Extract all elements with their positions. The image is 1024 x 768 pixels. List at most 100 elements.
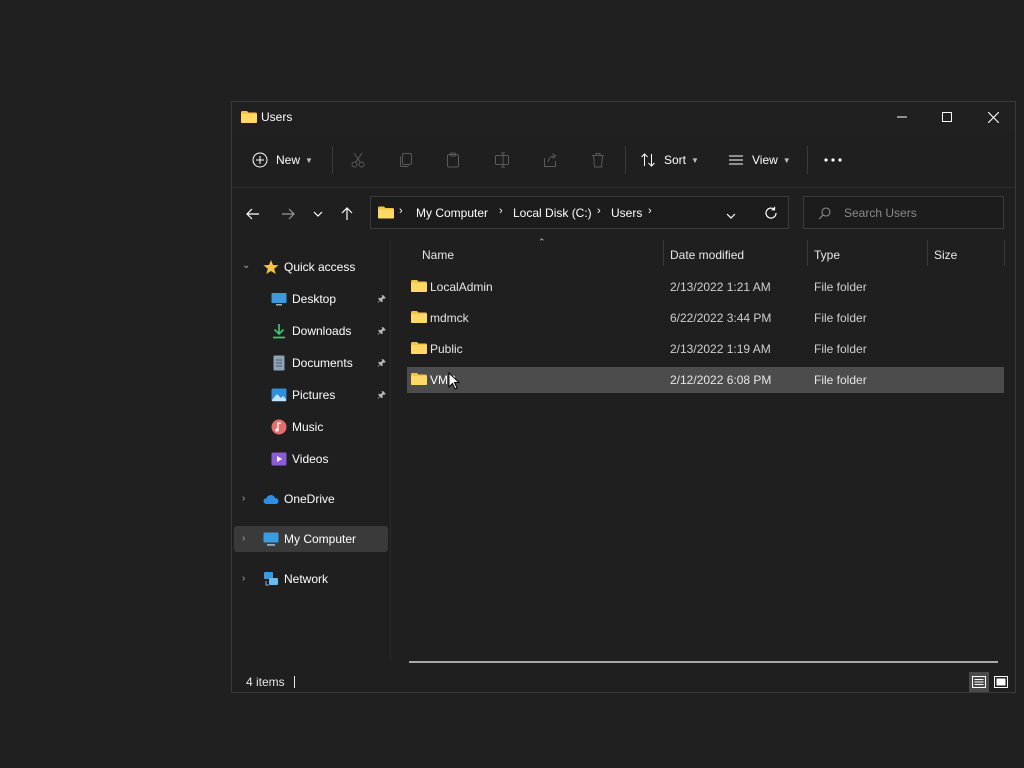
file-date: 2/12/2022 6:08 PM xyxy=(670,373,772,387)
pin-icon: 🖈 xyxy=(376,326,386,337)
table-row[interactable]: mdmck 6/22/2022 3:44 PM File folder xyxy=(407,305,1004,331)
sidebar-item-desktop[interactable]: Desktop 🖈 xyxy=(234,286,388,312)
desktop-icon xyxy=(271,293,287,306)
table-row-selected[interactable]: VMS 2/12/2022 6:08 PM File folder xyxy=(407,367,1004,393)
clipboard-icon xyxy=(447,152,459,168)
cloud-icon xyxy=(263,495,279,504)
recent-locations-button[interactable] xyxy=(306,202,330,226)
forward-button[interactable] xyxy=(276,202,300,226)
pane-divider xyxy=(390,240,391,660)
video-icon xyxy=(271,452,287,466)
column-header-size[interactable]: Size xyxy=(934,248,957,262)
star-icon xyxy=(263,260,279,274)
column-separator[interactable] xyxy=(1004,240,1005,266)
sidebar-item-documents[interactable]: Documents 🖈 xyxy=(234,350,388,376)
column-header-name[interactable]: Name xyxy=(422,248,454,262)
more-icon xyxy=(824,158,842,162)
file-type: File folder xyxy=(814,280,867,294)
rename-button[interactable] xyxy=(494,140,510,180)
sidebar-label-videos: Videos xyxy=(292,452,329,466)
search-icon xyxy=(818,207,831,220)
address-bar[interactable]: › My Computer › Local Disk (C:) › Users … xyxy=(370,196,789,229)
folder-icon xyxy=(411,280,427,292)
sidebar-item-quick-access[interactable]: ⌄ Quick access xyxy=(234,254,388,280)
cut-button[interactable] xyxy=(350,140,366,180)
new-button[interactable]: New ▼ xyxy=(252,140,313,180)
sort-label: Sort xyxy=(664,153,687,167)
sidebar-label-network: Network xyxy=(284,572,329,586)
chevron-right-icon: › xyxy=(242,533,246,544)
sidebar-item-my-computer[interactable]: › My Computer xyxy=(234,526,388,552)
maximize-button[interactable] xyxy=(924,102,970,132)
address-history-button[interactable] xyxy=(726,208,736,222)
chevron-right-icon: › xyxy=(242,573,246,584)
navigation-bar: › My Computer › Local Disk (C:) › Users … xyxy=(232,196,1015,232)
close-button[interactable] xyxy=(970,102,1016,132)
sidebar-label-onedrive: OneDrive xyxy=(284,492,335,506)
share-icon xyxy=(544,153,557,167)
search-box[interactable]: Search Users xyxy=(803,196,1004,229)
sidebar-item-pictures[interactable]: Pictures 🖈 xyxy=(234,382,388,408)
sidebar-item-downloads[interactable]: Downloads 🖈 xyxy=(234,318,388,344)
maximize-icon xyxy=(942,112,952,122)
arrow-left-icon xyxy=(246,208,259,220)
breadcrumb-local-disk[interactable]: Local Disk (C:) xyxy=(513,206,592,220)
toolbar-separator xyxy=(332,146,333,174)
details-view-button[interactable] xyxy=(969,672,989,692)
breadcrumb-users[interactable]: Users xyxy=(611,206,642,220)
paste-button[interactable] xyxy=(445,140,461,180)
title-bar: Users xyxy=(232,102,1015,132)
file-type: File folder xyxy=(814,342,867,356)
sidebar-item-network[interactable]: › Network xyxy=(234,566,388,592)
sidebar-item-onedrive[interactable]: › OneDrive xyxy=(234,486,388,512)
file-date: 2/13/2022 1:21 AM xyxy=(670,280,771,294)
chevron-down-icon: ⌄ xyxy=(242,260,251,271)
file-type: File folder xyxy=(814,311,867,325)
navigation-pane: ⌄ Quick access Desktop 🖈 Downloads 🖈 Doc… xyxy=(232,240,390,660)
minimize-button[interactable] xyxy=(879,102,925,132)
item-count: 4 items xyxy=(246,675,285,689)
music-icon xyxy=(271,419,287,435)
arrow-up-icon xyxy=(341,207,353,220)
toolbar-divider xyxy=(232,187,1015,188)
sidebar-item-videos[interactable]: Videos xyxy=(234,446,388,472)
sidebar-label-documents: Documents xyxy=(292,356,353,370)
table-row[interactable]: LocalAdmin 2/13/2022 1:21 AM File folder xyxy=(407,274,1004,300)
sort-button[interactable]: Sort ▼ xyxy=(640,140,699,180)
table-row[interactable]: Public 2/13/2022 1:19 AM File folder xyxy=(407,336,1004,362)
column-separator[interactable] xyxy=(807,240,808,266)
mouse-cursor-icon xyxy=(448,372,460,390)
copy-button[interactable] xyxy=(398,140,414,180)
column-header-type[interactable]: Type xyxy=(814,248,840,262)
toolbar-separator xyxy=(807,146,808,174)
sidebar-item-music[interactable]: Music xyxy=(234,414,388,440)
scissors-icon xyxy=(351,152,365,168)
chevron-right-icon: › xyxy=(399,205,403,217)
status-divider xyxy=(294,676,295,688)
horizontal-scrollbar[interactable] xyxy=(409,661,998,663)
tiles-view-icon xyxy=(994,676,1008,688)
folder-icon xyxy=(241,111,257,123)
close-icon xyxy=(987,111,999,123)
view-button[interactable]: View ▼ xyxy=(728,140,791,180)
refresh-button[interactable] xyxy=(764,206,778,223)
file-explorer-window: Users New ▼ Sort ▼ View ▼ › My Computer … xyxy=(231,101,1016,693)
minimize-icon xyxy=(897,116,907,118)
pin-icon: 🖈 xyxy=(376,390,386,401)
view-list-icon xyxy=(729,155,743,165)
share-button[interactable] xyxy=(542,140,558,180)
column-separator[interactable] xyxy=(927,240,928,266)
more-options-button[interactable] xyxy=(824,140,842,180)
column-header-date-modified[interactable]: Date modified xyxy=(670,248,744,262)
column-separator[interactable] xyxy=(663,240,664,266)
pin-icon: 🖈 xyxy=(376,358,386,369)
delete-button[interactable] xyxy=(590,140,606,180)
chevron-right-icon: › xyxy=(597,205,601,217)
sidebar-label-desktop: Desktop xyxy=(292,292,337,306)
rename-icon xyxy=(495,152,509,168)
sidebar-label-my-computer: My Computer xyxy=(284,532,357,546)
back-button[interactable] xyxy=(241,202,265,226)
tiles-view-button[interactable] xyxy=(991,672,1011,692)
up-button[interactable] xyxy=(335,202,359,226)
breadcrumb-my-computer[interactable]: My Computer xyxy=(416,206,488,220)
